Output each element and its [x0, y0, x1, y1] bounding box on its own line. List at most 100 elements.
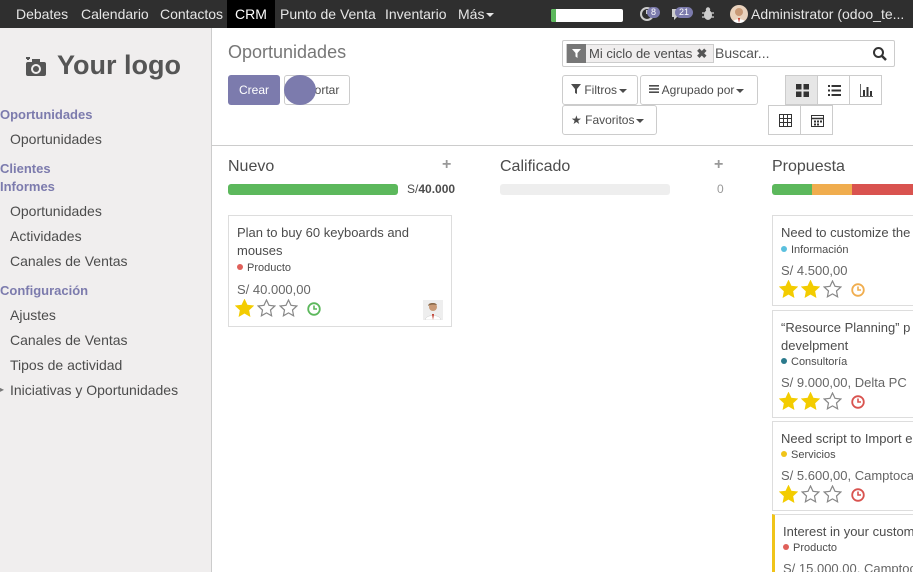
star-empty-icon[interactable]: [822, 279, 843, 298]
control-panel: Oportunidades Crear Importar Mi ciclo de…: [212, 28, 913, 146]
chevron-down-icon: [486, 13, 495, 18]
star-filled-icon[interactable]: [778, 279, 799, 298]
tag-label: Servicios: [791, 449, 836, 461]
chevron-down-icon: [636, 118, 645, 123]
kanban-card[interactable]: Interest in your custom Producto S/ 15.0…: [772, 514, 913, 572]
tag-dot: [781, 246, 787, 252]
menu-crm[interactable]: CRM: [227, 0, 275, 28]
favorites-dropdown[interactable]: ★ Favoritos: [562, 105, 657, 135]
star-empty-icon[interactable]: [800, 484, 821, 503]
column-total: S/40.000: [407, 182, 455, 196]
tag-dot: [781, 451, 787, 457]
sidebar-heading-informes[interactable]: Informes: [0, 179, 55, 194]
priority-stars[interactable]: [778, 391, 845, 413]
search-input[interactable]: Buscar...: [715, 45, 769, 61]
create-button[interactable]: Crear: [228, 75, 280, 105]
logo-text: Your logo: [57, 50, 181, 80]
star-filled-icon[interactable]: [234, 298, 255, 317]
sidebar-heading-clientes[interactable]: Clientes: [0, 161, 51, 176]
tag-label: Información: [791, 244, 849, 256]
calendar-view-button[interactable]: [800, 105, 833, 135]
user-menu[interactable]: Administrator (odoo_te...: [751, 0, 904, 28]
sidebar-item-config-canales-de-ventas[interactable]: Canales de Ventas: [10, 332, 128, 348]
menu-calendario[interactable]: Calendario: [73, 0, 157, 28]
column-title-calificado[interactable]: Calificado: [500, 158, 570, 176]
priority-stars[interactable]: [778, 279, 845, 301]
clock-icon[interactable]: [851, 395, 865, 409]
sidebar-heading-oportunidades[interactable]: Oportunidades: [0, 107, 92, 122]
progress-segment[interactable]: [228, 184, 398, 195]
column-amount: 40.000: [418, 182, 456, 196]
sidebar-item-report-oportunidades[interactable]: Oportunidades: [10, 203, 102, 219]
menu-punto-de-venta[interactable]: Punto de Venta: [272, 0, 384, 28]
kanban-card[interactable]: Need script to Import e Servicios S/ 5.6…: [772, 421, 913, 511]
column-progress-bar[interactable]: [500, 184, 670, 195]
star-empty-icon[interactable]: [278, 298, 299, 317]
menu-debates[interactable]: Debates: [8, 0, 76, 28]
groupby-dropdown[interactable]: Agrupado por: [640, 75, 758, 105]
star-filled-icon[interactable]: [778, 484, 799, 503]
menu-mas[interactable]: Más: [450, 0, 502, 28]
clock-icon[interactable]: [851, 283, 865, 297]
star-filled-icon[interactable]: [800, 391, 821, 410]
list-view-button[interactable]: [817, 75, 850, 105]
pivot-view-button[interactable]: [768, 105, 801, 135]
kanban-view-button[interactable]: [785, 75, 818, 105]
search-facet[interactable]: Mi ciclo de ventas ✖: [566, 44, 715, 63]
priority-stars[interactable]: [778, 484, 845, 506]
search-facet-label: Mi ciclo de ventas: [589, 46, 693, 61]
priority-stars[interactable]: [234, 298, 301, 320]
tag-label: Producto: [247, 262, 292, 274]
sidebar-item-canales-de-ventas[interactable]: Canales de Ventas: [10, 253, 128, 269]
star-filled-icon[interactable]: [800, 279, 821, 298]
sidebar: Your logo Oportunidades Oportunidades Cl…: [0, 28, 212, 572]
clock-icon[interactable]: [851, 488, 865, 502]
progress-segment[interactable]: [772, 184, 812, 195]
search-icon[interactable]: [872, 46, 888, 62]
filters-dropdown[interactable]: Filtros: [562, 75, 638, 105]
column-progress-bar[interactable]: [228, 184, 398, 195]
close-icon[interactable]: ✖: [696, 46, 707, 61]
card-amount: S/ 4.500,00: [781, 263, 848, 278]
card-amount: S/ 9.000,00, Delta PC: [781, 375, 907, 390]
search-bar[interactable]: Mi ciclo de ventas ✖ Buscar...: [562, 40, 895, 67]
kanban-card[interactable]: “Resource Planning” p develpment Consult…: [772, 310, 913, 418]
filter-icon: [571, 84, 581, 94]
company-logo[interactable]: Your logo: [25, 50, 181, 81]
tag-dot: [783, 544, 789, 550]
star-empty-icon[interactable]: [822, 484, 843, 503]
progress-segment[interactable]: [852, 184, 913, 195]
card-amount: S/ 15.000,00, Camptoc: [783, 561, 913, 572]
clock-icon[interactable]: [307, 302, 321, 316]
sidebar-item-tipos-de-actividad[interactable]: Tipos de actividad: [10, 357, 122, 373]
column-progress-bar[interactable]: [772, 184, 913, 195]
menu-contactos[interactable]: Contactos: [152, 0, 231, 28]
menu-inventario[interactable]: Inventario: [377, 0, 454, 28]
star-filled-icon[interactable]: [778, 391, 799, 410]
kanban-card[interactable]: Plan to buy 60 keyboards and mouses Prod…: [228, 215, 452, 327]
card-amount: S/ 40.000,00: [237, 282, 311, 297]
add-icon[interactable]: +: [442, 156, 451, 174]
graph-view-button[interactable]: [849, 75, 882, 105]
groupby-label: Agrupado por: [661, 83, 735, 97]
bars-icon: [649, 85, 659, 93]
sidebar-item-ajustes[interactable]: Ajustes: [10, 307, 56, 323]
sidebar-item-iniciativas[interactable]: Iniciativas y Oportunidades: [10, 382, 178, 398]
kanban-card[interactable]: Need to customize the Información S/ 4.5…: [772, 215, 913, 306]
star-empty-icon[interactable]: [256, 298, 277, 317]
progress-segment[interactable]: [812, 184, 852, 195]
sidebar-item-oportunidades[interactable]: Oportunidades: [10, 131, 102, 147]
favorites-label: Favoritos: [585, 113, 635, 127]
salesperson-avatar: [423, 300, 443, 321]
column-title-propuesta[interactable]: Propuesta: [772, 158, 845, 176]
user-avatar[interactable]: [730, 5, 748, 23]
tag-dot: [781, 358, 787, 364]
card-tag: Consultoría: [781, 356, 847, 368]
star-empty-icon[interactable]: [822, 391, 843, 410]
column-title-nuevo[interactable]: Nuevo: [228, 158, 274, 176]
activity-progress-bar[interactable]: [551, 9, 623, 22]
sidebar-item-actividades[interactable]: Actividades: [10, 228, 82, 244]
sidebar-heading-configuracion[interactable]: Configuración: [0, 283, 88, 298]
add-icon[interactable]: +: [714, 156, 723, 174]
bug-icon[interactable]: [701, 6, 715, 22]
